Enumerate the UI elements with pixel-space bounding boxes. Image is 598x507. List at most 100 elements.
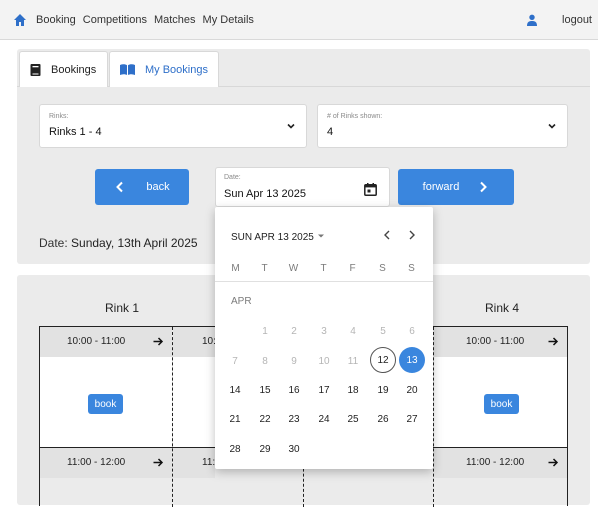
rinks-shown-select[interactable]: # of Rinks shown: 4 — [317, 104, 568, 148]
rinks-shown-value: 4 — [327, 126, 334, 138]
calendar-day: 7 — [232, 355, 238, 367]
rinks-select[interactable]: Rinks: Rinks 1 - 4 — [39, 104, 307, 148]
back-button-label: back — [146, 181, 170, 193]
logout-link[interactable]: logout — [562, 14, 592, 26]
weekday-label: F — [349, 263, 356, 274]
home-icon[interactable] — [13, 13, 27, 27]
rink-4-slot-1-body: book — [434, 357, 567, 447]
chevron-left-icon[interactable] — [380, 228, 394, 242]
calendar-day[interactable]: 22 — [252, 406, 278, 432]
grid-column-divider — [172, 327, 173, 507]
weekday-label: W — [288, 263, 299, 274]
nav-my-details[interactable]: My Details — [203, 14, 254, 26]
calendar-day[interactable]: 21 — [222, 406, 248, 432]
chevron-right-icon[interactable] — [405, 228, 419, 242]
arrow-right-icon[interactable] — [153, 336, 164, 347]
rink-2-slot-1-header: 10: — [173, 327, 216, 357]
calendar-day: 8 — [262, 355, 268, 367]
calendar-day: 4 — [350, 325, 356, 337]
chevron-right-icon — [480, 181, 488, 193]
calendar-divider — [215, 281, 433, 282]
tab-my-bookings[interactable]: My Bookings — [109, 51, 219, 87]
tab-bookings[interactable]: Bookings — [19, 51, 108, 87]
calendar-day[interactable]: 23 — [281, 406, 307, 432]
selected-date-key: Date: — [39, 236, 68, 250]
back-button[interactable]: back — [95, 169, 189, 205]
weekday-label: T — [320, 263, 327, 274]
calendar-day: 5 — [380, 325, 386, 337]
open-book-icon — [120, 64, 135, 75]
calendar-header-text: SUN APR 13 2025 — [231, 232, 314, 243]
calendar-day: 11 — [347, 355, 359, 367]
grid-left-border — [39, 326, 40, 506]
caret-down-icon — [317, 234, 324, 238]
rinks-shown-label: # of Rinks shown: — [327, 113, 383, 120]
user-icon[interactable] — [526, 14, 538, 26]
selected-date-value: Sunday, 13th April 2025 — [71, 236, 198, 250]
calendar-icon[interactable] — [364, 183, 377, 196]
slot-time: 10:00 - 11:00 — [67, 336, 126, 347]
calendar-day[interactable]: 17 — [311, 377, 337, 403]
rink-1-slot-1-header: 10:00 - 11:00 — [39, 327, 172, 357]
chevron-left-icon — [116, 181, 124, 193]
calendar-month-header[interactable]: SUN APR 13 2025 — [231, 232, 325, 243]
calendar-day-selected[interactable]: 13 — [399, 347, 425, 373]
calendar-day: 1 — [262, 325, 268, 337]
calendar-day[interactable]: 18 — [340, 377, 366, 403]
nav-matches[interactable]: Matches — [154, 14, 196, 26]
rink-1-title: Rink 1 — [104, 301, 139, 315]
slot-time: 11:00 - 12:00 — [466, 457, 525, 468]
calendar-day[interactable]: 29 — [252, 436, 278, 462]
calendar-day: 2 — [291, 325, 297, 337]
arrow-right-icon[interactable] — [153, 457, 164, 468]
calendar-month-label: APR — [231, 296, 252, 307]
chevron-down-icon — [548, 123, 556, 129]
calendar-day: 9 — [291, 355, 297, 367]
date-field-label: Date: — [224, 174, 241, 181]
forward-button-label: forward — [422, 181, 460, 193]
book-button[interactable]: book — [484, 394, 519, 414]
date-picker-field[interactable]: Date: Sun Apr 13 2025 — [215, 167, 390, 207]
grid-column-divider — [433, 327, 434, 507]
selected-date-line: Date: Sunday, 13th April 2025 — [39, 236, 198, 250]
tab-my-bookings-label: My Bookings — [145, 63, 208, 76]
calendar-popover: SUN APR 13 2025 M T W T F S S APR 1 2 3 … — [215, 207, 433, 469]
calendar-day[interactable]: 24 — [311, 406, 337, 432]
calendar-day[interactable]: 26 — [370, 406, 396, 432]
calendar-day-today[interactable]: 12 — [370, 347, 396, 373]
calendar-day[interactable]: 28 — [222, 436, 248, 462]
weekday-label: S — [379, 263, 386, 274]
calendar-day[interactable]: 19 — [370, 377, 396, 403]
weekday-label: M — [231, 263, 240, 274]
rink-1-slot-2-header: 11:00 - 12:00 — [39, 448, 172, 478]
nav-competitions[interactable]: Competitions — [83, 14, 147, 26]
book-button[interactable]: book — [88, 394, 123, 414]
slot-time: 11:00 - 12:00 — [67, 457, 126, 468]
calendar-day[interactable]: 14 — [222, 377, 248, 403]
nav-booking[interactable]: Booking — [36, 14, 76, 26]
calendar-day[interactable]: 20 — [399, 377, 425, 403]
calendar-day: 10 — [318, 355, 330, 367]
rink-2-slot-1-body — [173, 357, 215, 447]
calendar-day: 3 — [321, 325, 327, 337]
calendar-day[interactable]: 25 — [340, 406, 366, 432]
grid-right-border — [567, 326, 568, 506]
calendar-day[interactable]: 16 — [281, 377, 307, 403]
weekday-label: T — [261, 263, 268, 274]
rinks-select-label: Rinks: — [49, 113, 69, 120]
tab-bookings-label: Bookings — [51, 63, 97, 76]
arrow-right-icon[interactable] — [548, 457, 559, 468]
arrow-right-icon[interactable] — [548, 336, 559, 347]
rink-4-slot-2-header: 11:00 - 12:00 — [434, 448, 567, 478]
nav-right-group: logout — [526, 0, 592, 40]
calendar-day[interactable]: 27 — [399, 406, 425, 432]
date-field-value: Sun Apr 13 2025 — [224, 188, 306, 200]
top-navbar: Booking Competitions Matches My Details … — [0, 0, 598, 40]
rink-4-title: Rink 4 — [484, 301, 519, 315]
chevron-down-icon — [287, 123, 295, 129]
calendar-day[interactable]: 30 — [281, 436, 307, 462]
calendar-day[interactable]: 15 — [252, 377, 278, 403]
slot-time: 10:00 - 11:00 — [466, 336, 525, 347]
forward-button[interactable]: forward — [398, 169, 514, 205]
slot-time: 10: — [202, 336, 216, 347]
